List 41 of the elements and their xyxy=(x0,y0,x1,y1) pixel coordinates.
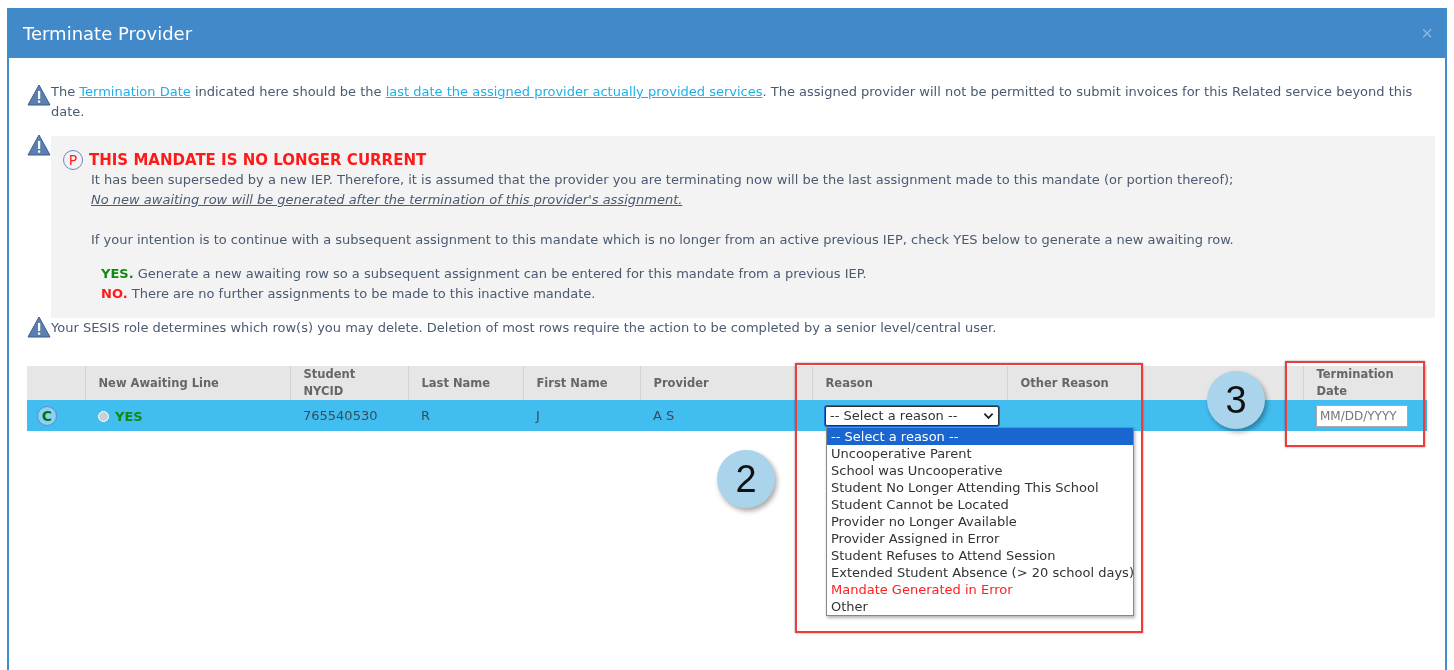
column-header: Student NYCID xyxy=(303,367,356,398)
mandate-note: No new awaiting row will be generated after the termination of this provider's assignment. xyxy=(91,191,684,209)
option-text: YES. Generate a new awaiting row so a subsequent assignment can be entered for this mandate from a previous IEP. xyxy=(101,265,868,283)
column-header: First Name xyxy=(536,375,608,390)
table-cell: 765540530 xyxy=(303,408,378,423)
table-cell: J xyxy=(536,408,540,423)
mandate-text: It has been superseded by a new IEP. Therefore, it is assumed that the provider you are terminating now will be the last assignment made to this mandate (or portion thereof); xyxy=(91,171,1235,189)
notice-text: Your SESIS role determines which row(s) you may delete. Deletion of most rows require the action to be completed by a senior level/central user. xyxy=(51,319,998,337)
dropdown-option[interactable]: -- Select a reason -- xyxy=(827,428,1133,445)
dropdown-option[interactable]: Student Refuses to Attend Session xyxy=(827,547,1133,564)
dropdown-option[interactable]: School was Uncooperative xyxy=(827,462,1133,479)
radio-label: YES xyxy=(115,408,143,424)
dropdown-option[interactable]: Student Cannot be Located xyxy=(827,496,1133,513)
mandate-title: THIS MANDATE IS NO LONGER CURRENT xyxy=(89,151,427,169)
chevron-icon xyxy=(983,411,994,420)
column-header: New Awaiting Line xyxy=(98,375,219,390)
column-header: Last Name xyxy=(421,375,491,390)
dropdown-option[interactable]: Extended Student Absence (> 20 school days) xyxy=(827,564,1133,581)
dropdown-option[interactable]: Student No Longer Attending This School xyxy=(827,479,1133,496)
step-callout: 2 xyxy=(717,450,775,508)
mandate-instruction: If your intention is to continue with a subsequent assignment to this mandate which is no longer from an active previous IEP, check YES below to generate a new awaiting row. xyxy=(91,231,1235,249)
notice-text: The Termination Date indicated here should be the last date the assigned provider actually provided services. The assigned provider will not be permitted to submit invoices for this Related service beyond this date. xyxy=(51,83,1414,121)
date-field[interactable]: MM/DD/YYYY xyxy=(1316,404,1408,427)
column-header: Provider xyxy=(653,375,709,390)
window-title: Terminate Provider xyxy=(23,22,193,44)
column-header: Other Reason xyxy=(1020,375,1109,390)
column-header: Reason xyxy=(825,375,873,390)
table-cell: A S xyxy=(653,408,675,423)
option-text: NO. There are no further assignments to be made to this inactive mandate. xyxy=(101,285,597,303)
radio-button[interactable] xyxy=(98,410,109,422)
c-badge: C xyxy=(37,405,57,426)
warning-icon xyxy=(27,316,51,338)
dropdown-option[interactable]: Other xyxy=(827,598,1133,615)
dropdown-option[interactable]: Provider no Longer Available xyxy=(827,513,1133,530)
dropdown-option[interactable]: Provider Assigned in Error xyxy=(827,530,1133,547)
reason-dropdown[interactable]: -- Select a reason -- xyxy=(825,405,999,426)
dropdown-option[interactable]: Uncooperative Parent xyxy=(827,445,1133,462)
warning-icon xyxy=(27,84,51,106)
dropdown-option[interactable]: Mandate Generated in Error xyxy=(827,581,1133,598)
column-header: Termination Date xyxy=(1316,367,1394,398)
table-cell: R xyxy=(421,408,431,423)
